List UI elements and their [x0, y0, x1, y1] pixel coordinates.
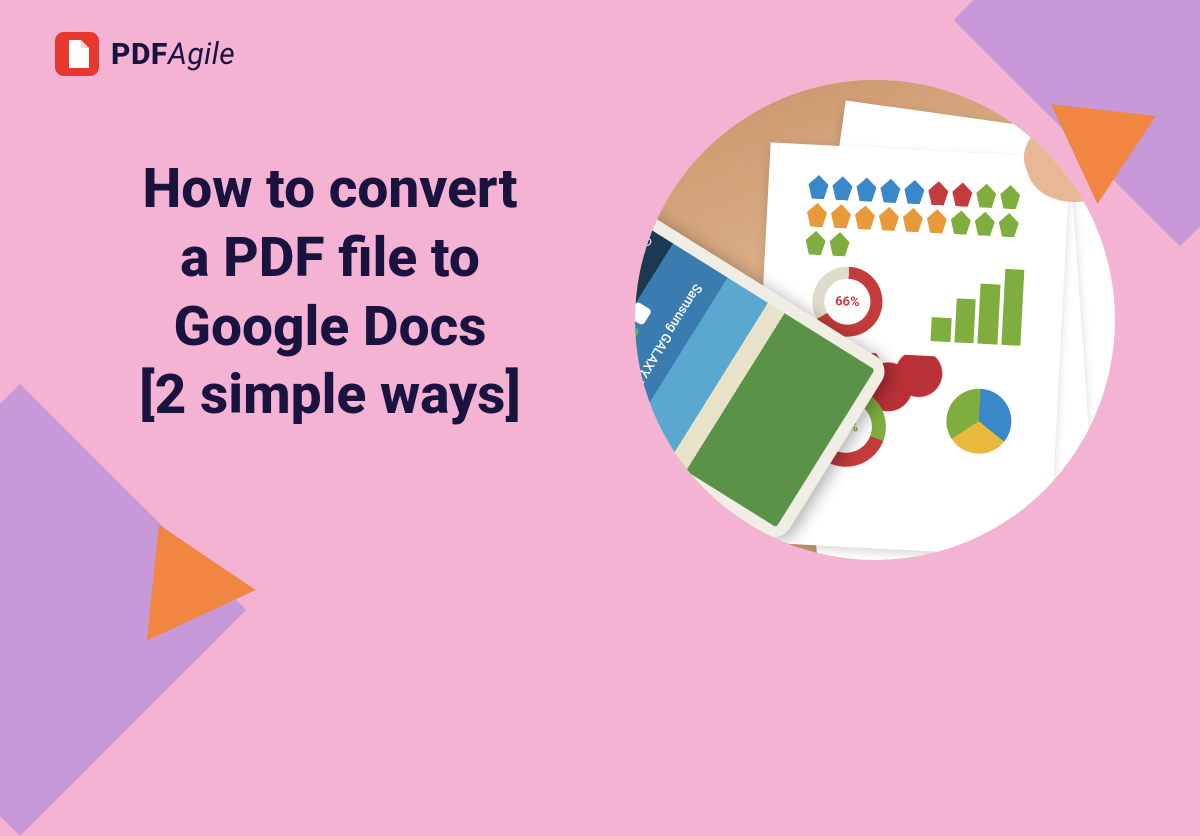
brand-text-light: Agile: [168, 37, 235, 72]
infographic-icons-row: [807, 174, 1029, 225]
brand-text-bold: PDF: [111, 37, 168, 72]
tablet-clock: 12:45: [635, 228, 658, 286]
pdf-page-icon: [55, 32, 99, 76]
brand-logo: PDF Agile: [55, 32, 235, 76]
hero-image: 12:45 Samsung GALAXY Tab S: [635, 80, 1115, 560]
page-title: How to convert a PDF file to Google Docs…: [60, 155, 600, 430]
tablet-brand-label: Samsung GALAXY Tab S: [635, 263, 716, 429]
pie-chart-icon: [945, 387, 1013, 455]
bar-chart-icon: [930, 261, 1024, 346]
brand-wordmark: PDF Agile: [111, 37, 235, 72]
